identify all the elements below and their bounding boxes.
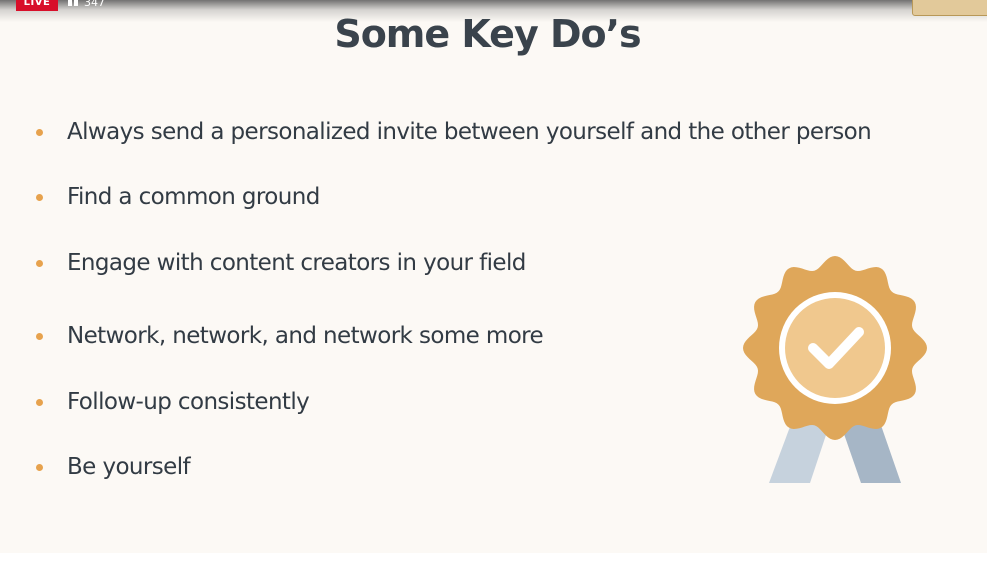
bullet-text: Be yourself — [67, 454, 191, 480]
bullet-item: Engage with content creators in your fie… — [36, 250, 526, 276]
bullet-item: Network, network, and network some more — [36, 323, 544, 349]
slide: LIVE 347 Some Key Do’s Always send a per… — [0, 0, 987, 553]
bullet-dot — [36, 259, 43, 267]
bullet-text: Follow-up consistently — [67, 389, 310, 415]
award-seal-icon — [735, 250, 935, 490]
viewer-count-value: 347 — [84, 0, 105, 9]
bullet-text: Always send a personalized invite betwee… — [67, 119, 872, 145]
bullet-item: Follow-up consistently — [36, 389, 310, 415]
bullet-text: Engage with content creators in your fie… — [67, 250, 526, 276]
bullet-item: Be yourself — [36, 454, 191, 480]
bottom-strip — [0, 553, 987, 573]
bullet-dot — [36, 398, 43, 406]
bullet-item: Find a common ground — [36, 184, 320, 210]
seal-inner — [785, 298, 885, 398]
live-badge: LIVE — [16, 0, 58, 11]
bullet-text: Network, network, and network some more — [67, 323, 544, 349]
slide-title: Some Key Do’s — [334, 12, 641, 56]
bullet-text: Find a common ground — [67, 184, 320, 210]
bullet-dot — [36, 193, 43, 201]
viewer-count: 347 — [68, 0, 105, 9]
bullet-item: Always send a personalized invite betwee… — [36, 119, 872, 145]
viewers-icon — [68, 0, 79, 6]
bullet-dot — [36, 332, 43, 340]
bullet-dot — [36, 128, 43, 136]
bullet-dot — [36, 463, 43, 471]
